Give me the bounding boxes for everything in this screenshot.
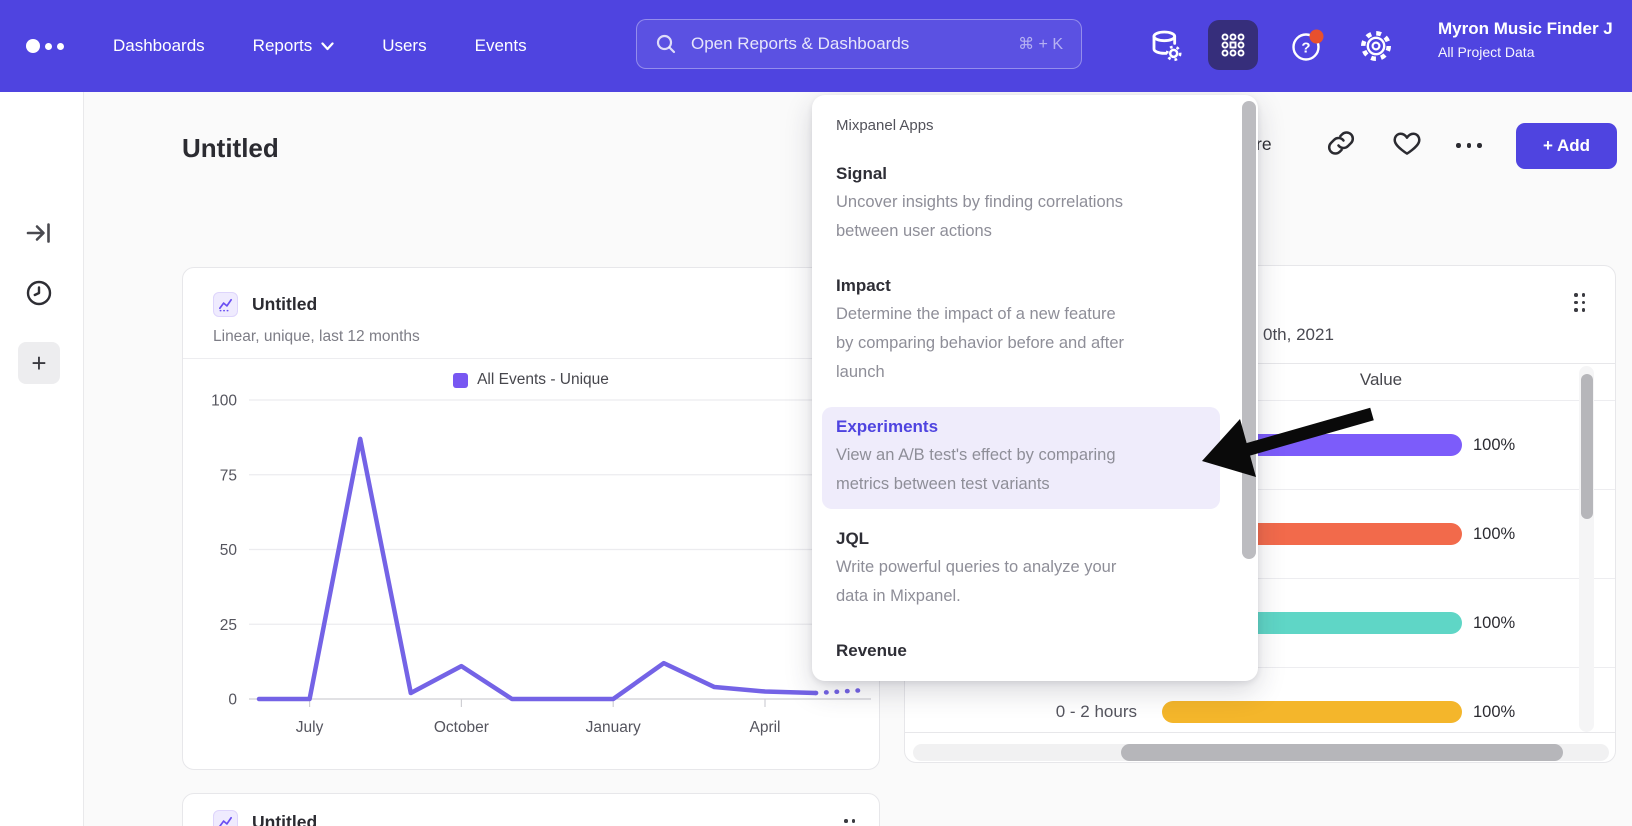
more-options-button[interactable] — [1456, 143, 1482, 148]
date-range-partial: 0th, 2021 — [1263, 325, 1334, 345]
chevron-down-icon — [321, 42, 334, 51]
svg-text:April: April — [749, 719, 780, 736]
bottom-card-title[interactable]: Untitled — [252, 812, 317, 826]
svg-text:?: ? — [1301, 40, 1310, 57]
global-search-input[interactable]: Open Reports & Dashboards ⌘ + K — [636, 19, 1082, 69]
horizontal-scrollbar-thumb[interactable] — [1121, 744, 1563, 761]
value-percent: 100% — [1473, 525, 1515, 544]
horizontal-scrollbar — [913, 744, 1609, 761]
add-board-button[interactable]: + — [18, 342, 60, 384]
nav-events-label: Events — [475, 36, 527, 56]
svg-text:25: 25 — [220, 617, 237, 634]
apps-grid-icon — [1218, 30, 1248, 60]
nav-dashboards[interactable]: Dashboards — [113, 36, 205, 56]
dropdown-scrollbar-thumb[interactable] — [1242, 101, 1256, 559]
table-bottom-border — [905, 732, 1615, 733]
app-item-description: Determine the impact of a new feature by… — [836, 300, 1206, 387]
vertical-scrollbar-thumb[interactable] — [1581, 374, 1593, 519]
user-name: Myron Music Finder J — [1438, 19, 1632, 39]
apps-menu-button[interactable] — [1208, 20, 1258, 70]
value-column-header: Value — [1301, 370, 1461, 390]
row-label: 0 - 2 hours — [905, 702, 1162, 722]
app-item-description: Uncover insights by finding correlations… — [836, 188, 1206, 246]
account-menu[interactable]: Myron Music Finder J All Project Data — [1438, 19, 1632, 60]
heart-icon — [1392, 128, 1422, 158]
nav-reports-label: Reports — [253, 36, 313, 56]
gear-icon — [1356, 26, 1396, 66]
svg-text:50: 50 — [220, 542, 238, 559]
notification-dot — [1310, 30, 1324, 44]
nav-events[interactable]: Events — [475, 36, 527, 56]
app-item-title: Signal — [836, 164, 1206, 184]
value-percent: 100% — [1473, 614, 1515, 633]
apps-menu-item-jql[interactable]: JQL Write powerful queries to analyze you… — [822, 519, 1220, 621]
svg-text:0: 0 — [228, 692, 237, 709]
svg-text:July: July — [296, 719, 324, 736]
copy-link-button[interactable] — [1326, 128, 1356, 158]
search-placeholder: Open Reports & Dashboards — [691, 34, 1004, 54]
mixpanel-logo-icon[interactable] — [26, 39, 64, 53]
expand-arrow-icon — [26, 221, 52, 245]
svg-text:October: October — [434, 719, 489, 736]
top-navigation-bar: Dashboards Reports Users Events Open Rep… — [0, 0, 1632, 92]
card-drag-handle-icon[interactable] — [844, 819, 856, 826]
svg-text:January: January — [586, 719, 641, 736]
link-icon — [1326, 128, 1356, 158]
card-drag-handle-icon[interactable] — [1574, 293, 1586, 312]
clock-icon — [25, 279, 53, 307]
apps-menu-item-signal[interactable]: Signal Uncover insights by finding correl… — [822, 154, 1220, 256]
report-card-bottom: Untitled — [182, 793, 880, 826]
value-percent: 100% — [1473, 436, 1515, 455]
svg-text:100: 100 — [211, 393, 237, 410]
main-nav: Dashboards Reports Users Events — [113, 0, 527, 92]
add-button[interactable]: + Add — [1516, 123, 1617, 169]
help-button[interactable]: ? — [1286, 0, 1330, 92]
apps-dropdown-panel: Mixpanel Apps Signal Uncover insights by … — [812, 95, 1258, 681]
value-percent: 100% — [1473, 703, 1515, 722]
settings-button[interactable] — [1356, 0, 1396, 92]
apps-menu-item-experiments[interactable]: Experiments View an A/B test's effect by … — [822, 407, 1220, 509]
ellipsis-icon — [1456, 143, 1482, 148]
apps-menu-item-revenue[interactable]: Revenue — [822, 631, 1220, 675]
apps-menu-header: Mixpanel Apps — [836, 117, 1234, 134]
app-item-description: View an A/B test's effect by comparing m… — [836, 441, 1206, 499]
nav-users-label: Users — [382, 36, 426, 56]
nav-users[interactable]: Users — [382, 36, 426, 56]
favorite-button[interactable] — [1392, 128, 1422, 158]
app-item-title: Impact — [836, 276, 1206, 296]
data-management-button[interactable] — [1146, 0, 1186, 92]
help-question-icon: ? — [1286, 24, 1330, 68]
apps-menu-item-impact[interactable]: Impact Determine the impact of a new feat… — [822, 266, 1220, 397]
plus-icon: + — [31, 350, 46, 376]
database-gear-icon — [1146, 26, 1186, 66]
app-item-title: Revenue — [836, 641, 1206, 661]
app-item-description: Write powerful queries to analyze your d… — [836, 553, 1206, 611]
line-chart-svg: 0 25 50 75 100 July October January April — [183, 268, 881, 771]
report-card-line-chart: Untitled Linear, unique, last 12 months … — [182, 267, 880, 770]
nav-dashboards-label: Dashboards — [113, 36, 205, 56]
search-icon — [655, 33, 677, 55]
vertical-scrollbar — [1579, 366, 1594, 732]
recent-history-button[interactable] — [18, 272, 60, 314]
project-name: All Project Data — [1438, 44, 1632, 60]
nav-reports[interactable]: Reports — [253, 36, 335, 56]
app-item-title: JQL — [836, 529, 1206, 549]
search-shortcut: ⌘ + K — [1018, 34, 1063, 54]
svg-text:75: 75 — [220, 467, 237, 484]
share-button-partial[interactable]: re — [1256, 134, 1272, 155]
expand-sidebar-button[interactable] — [18, 212, 60, 254]
insights-report-icon — [213, 810, 238, 826]
page-title[interactable]: Untitled — [182, 133, 279, 164]
value-bar — [1162, 701, 1462, 723]
left-sidebar: + — [0, 92, 84, 826]
app-item-title: Experiments — [836, 417, 1206, 437]
